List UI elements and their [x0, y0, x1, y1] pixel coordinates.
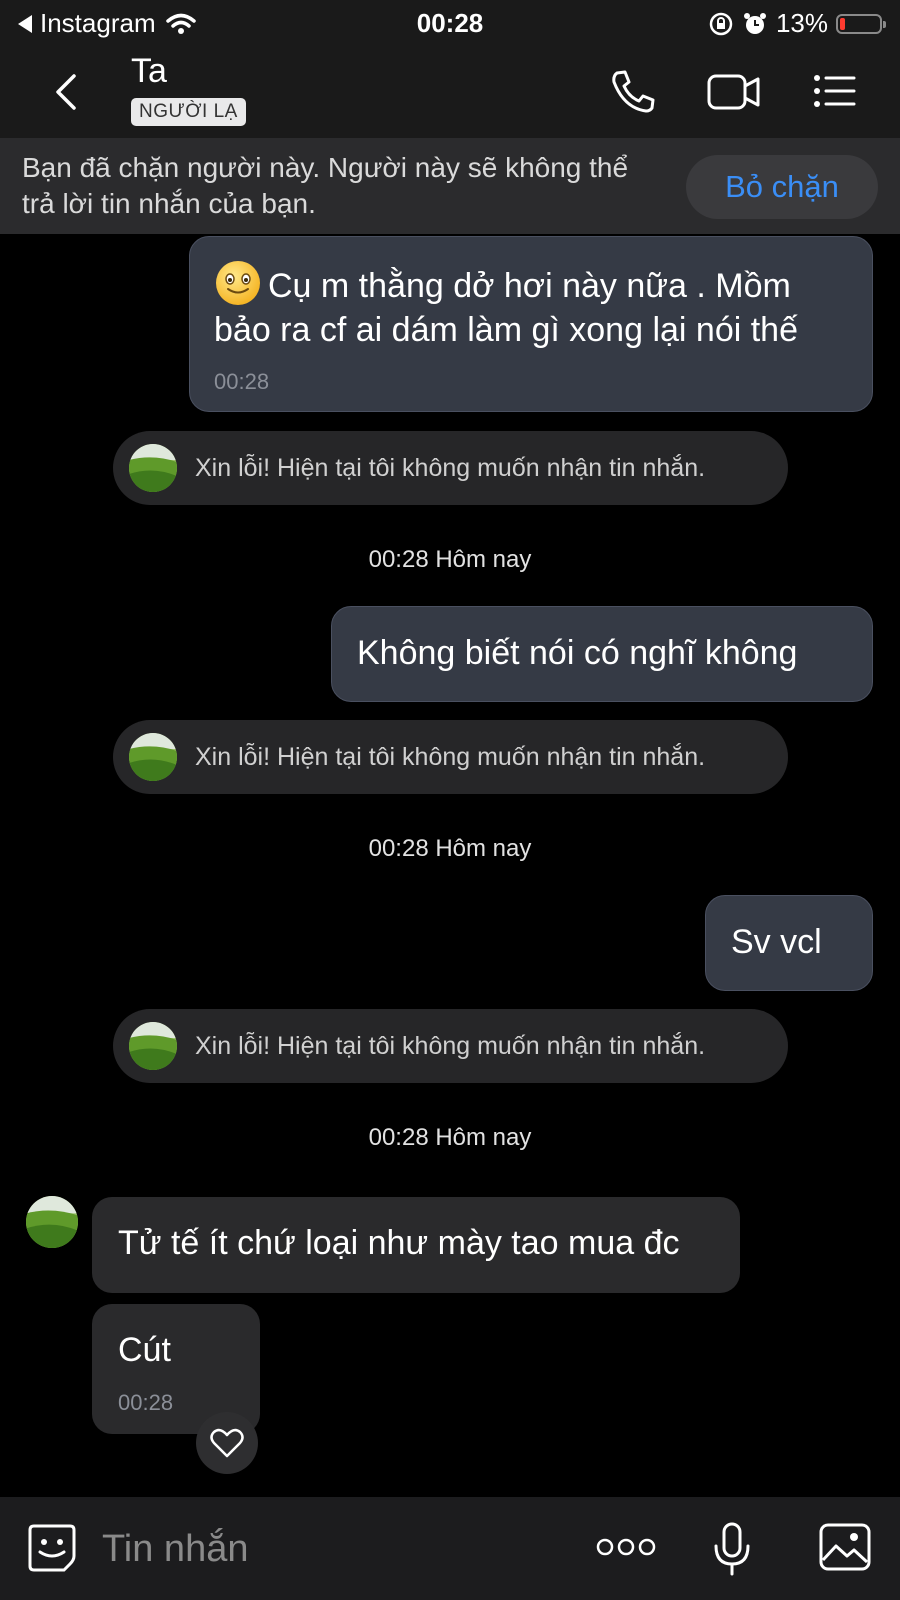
- status-right: 13%: [708, 8, 886, 39]
- outgoing-message[interactable]: Không biết nói có nghĩ không: [331, 606, 873, 702]
- auto-reply-notice: Xin lỗi! Hiện tại tôi không muốn nhận ti…: [113, 431, 788, 505]
- avatar-image: [26, 1196, 78, 1248]
- gallery-button[interactable]: [818, 1522, 872, 1577]
- back-button[interactable]: [48, 72, 88, 112]
- chevron-left-icon: [56, 74, 76, 110]
- auto-reply-notice: Xin lỗi! Hiện tại tôi không muốn nhận ti…: [113, 1009, 788, 1083]
- auto-reply-text: Xin lỗi! Hiện tại tôi không muốn nhận ti…: [195, 1031, 706, 1060]
- avatar-image: [129, 444, 177, 492]
- auto-reply-text: Xin lỗi! Hiện tại tôi không muốn nhận ti…: [195, 742, 706, 771]
- ellipsis-icon: [596, 1538, 656, 1556]
- message-time: 00:28: [214, 369, 270, 394]
- list-menu-icon: [814, 75, 856, 107]
- battery-percent: 13%: [775, 8, 828, 38]
- message-text: Sv vcl: [731, 923, 822, 961]
- video-camera-icon: [707, 74, 760, 110]
- blocked-banner-text: Bạn đã chặn người này. Người này sẽ khôn…: [22, 152, 629, 219]
- sticker-button[interactable]: [26, 1522, 78, 1579]
- avatar: [129, 733, 177, 781]
- message-text: Cút: [118, 1331, 171, 1369]
- battery-icon: [836, 13, 886, 34]
- microphone-icon: [714, 1522, 750, 1576]
- react-heart-button[interactable]: [196, 1412, 258, 1474]
- smiling-emoji-icon: [216, 261, 260, 305]
- date-separator: 00:28 Hôm nay: [368, 1124, 532, 1151]
- sticker-smiley-icon: [28, 1524, 76, 1572]
- heart-icon: [210, 1428, 244, 1458]
- sender-avatar[interactable]: [26, 1196, 78, 1248]
- avatar-image: [129, 733, 177, 781]
- video-call-button[interactable]: [706, 68, 760, 114]
- voice-call-button[interactable]: [608, 68, 660, 114]
- battery-level-fill: [840, 17, 845, 30]
- rotation-lock-icon: [709, 12, 733, 35]
- image-icon: [819, 1523, 871, 1571]
- incoming-message[interactable]: Tử tế ít chứ loại như mày tao mua đc: [92, 1197, 740, 1293]
- message-body: Cụ m thằng dở hơi này nữa . Mồm bảo ra c…: [214, 259, 854, 352]
- voice-record-button[interactable]: [712, 1522, 752, 1583]
- contact-name[interactable]: Ta: [131, 52, 167, 91]
- auto-reply-notice: Xin lỗi! Hiện tại tôi không muốn nhận ti…: [113, 720, 788, 794]
- avatar: [129, 444, 177, 492]
- auto-reply-text: Xin lỗi! Hiện tại tôi không muốn nhận ti…: [195, 453, 706, 482]
- alarm-icon: [743, 12, 766, 34]
- avatar: [129, 1022, 177, 1070]
- outgoing-message[interactable]: Cụ m thằng dở hơi này nữa . Mồm bảo ra c…: [189, 236, 873, 412]
- message-text: Tử tế ít chứ loại như mày tao mua đc: [118, 1224, 680, 1262]
- avatar-image: [129, 1022, 177, 1070]
- message-text: Không biết nói có nghĩ không: [357, 634, 798, 672]
- message-input[interactable]: [100, 1520, 564, 1578]
- more-options-button[interactable]: [596, 1532, 656, 1567]
- chat-options-button[interactable]: [812, 68, 864, 114]
- message-time: 00:28: [118, 1390, 174, 1415]
- date-separator: 00:28 Hôm nay: [368, 835, 532, 862]
- message-text: Cụ m thằng dở hơi này nữa . Mồm bảo ra c…: [214, 267, 798, 349]
- date-separator: 00:28 Hôm nay: [368, 546, 532, 573]
- stranger-badge: NGƯỜI LẠ: [131, 98, 246, 126]
- unblock-button[interactable]: Bỏ chặn: [686, 155, 878, 219]
- outgoing-message[interactable]: Sv vcl: [705, 895, 873, 991]
- phone-icon: [612, 70, 655, 113]
